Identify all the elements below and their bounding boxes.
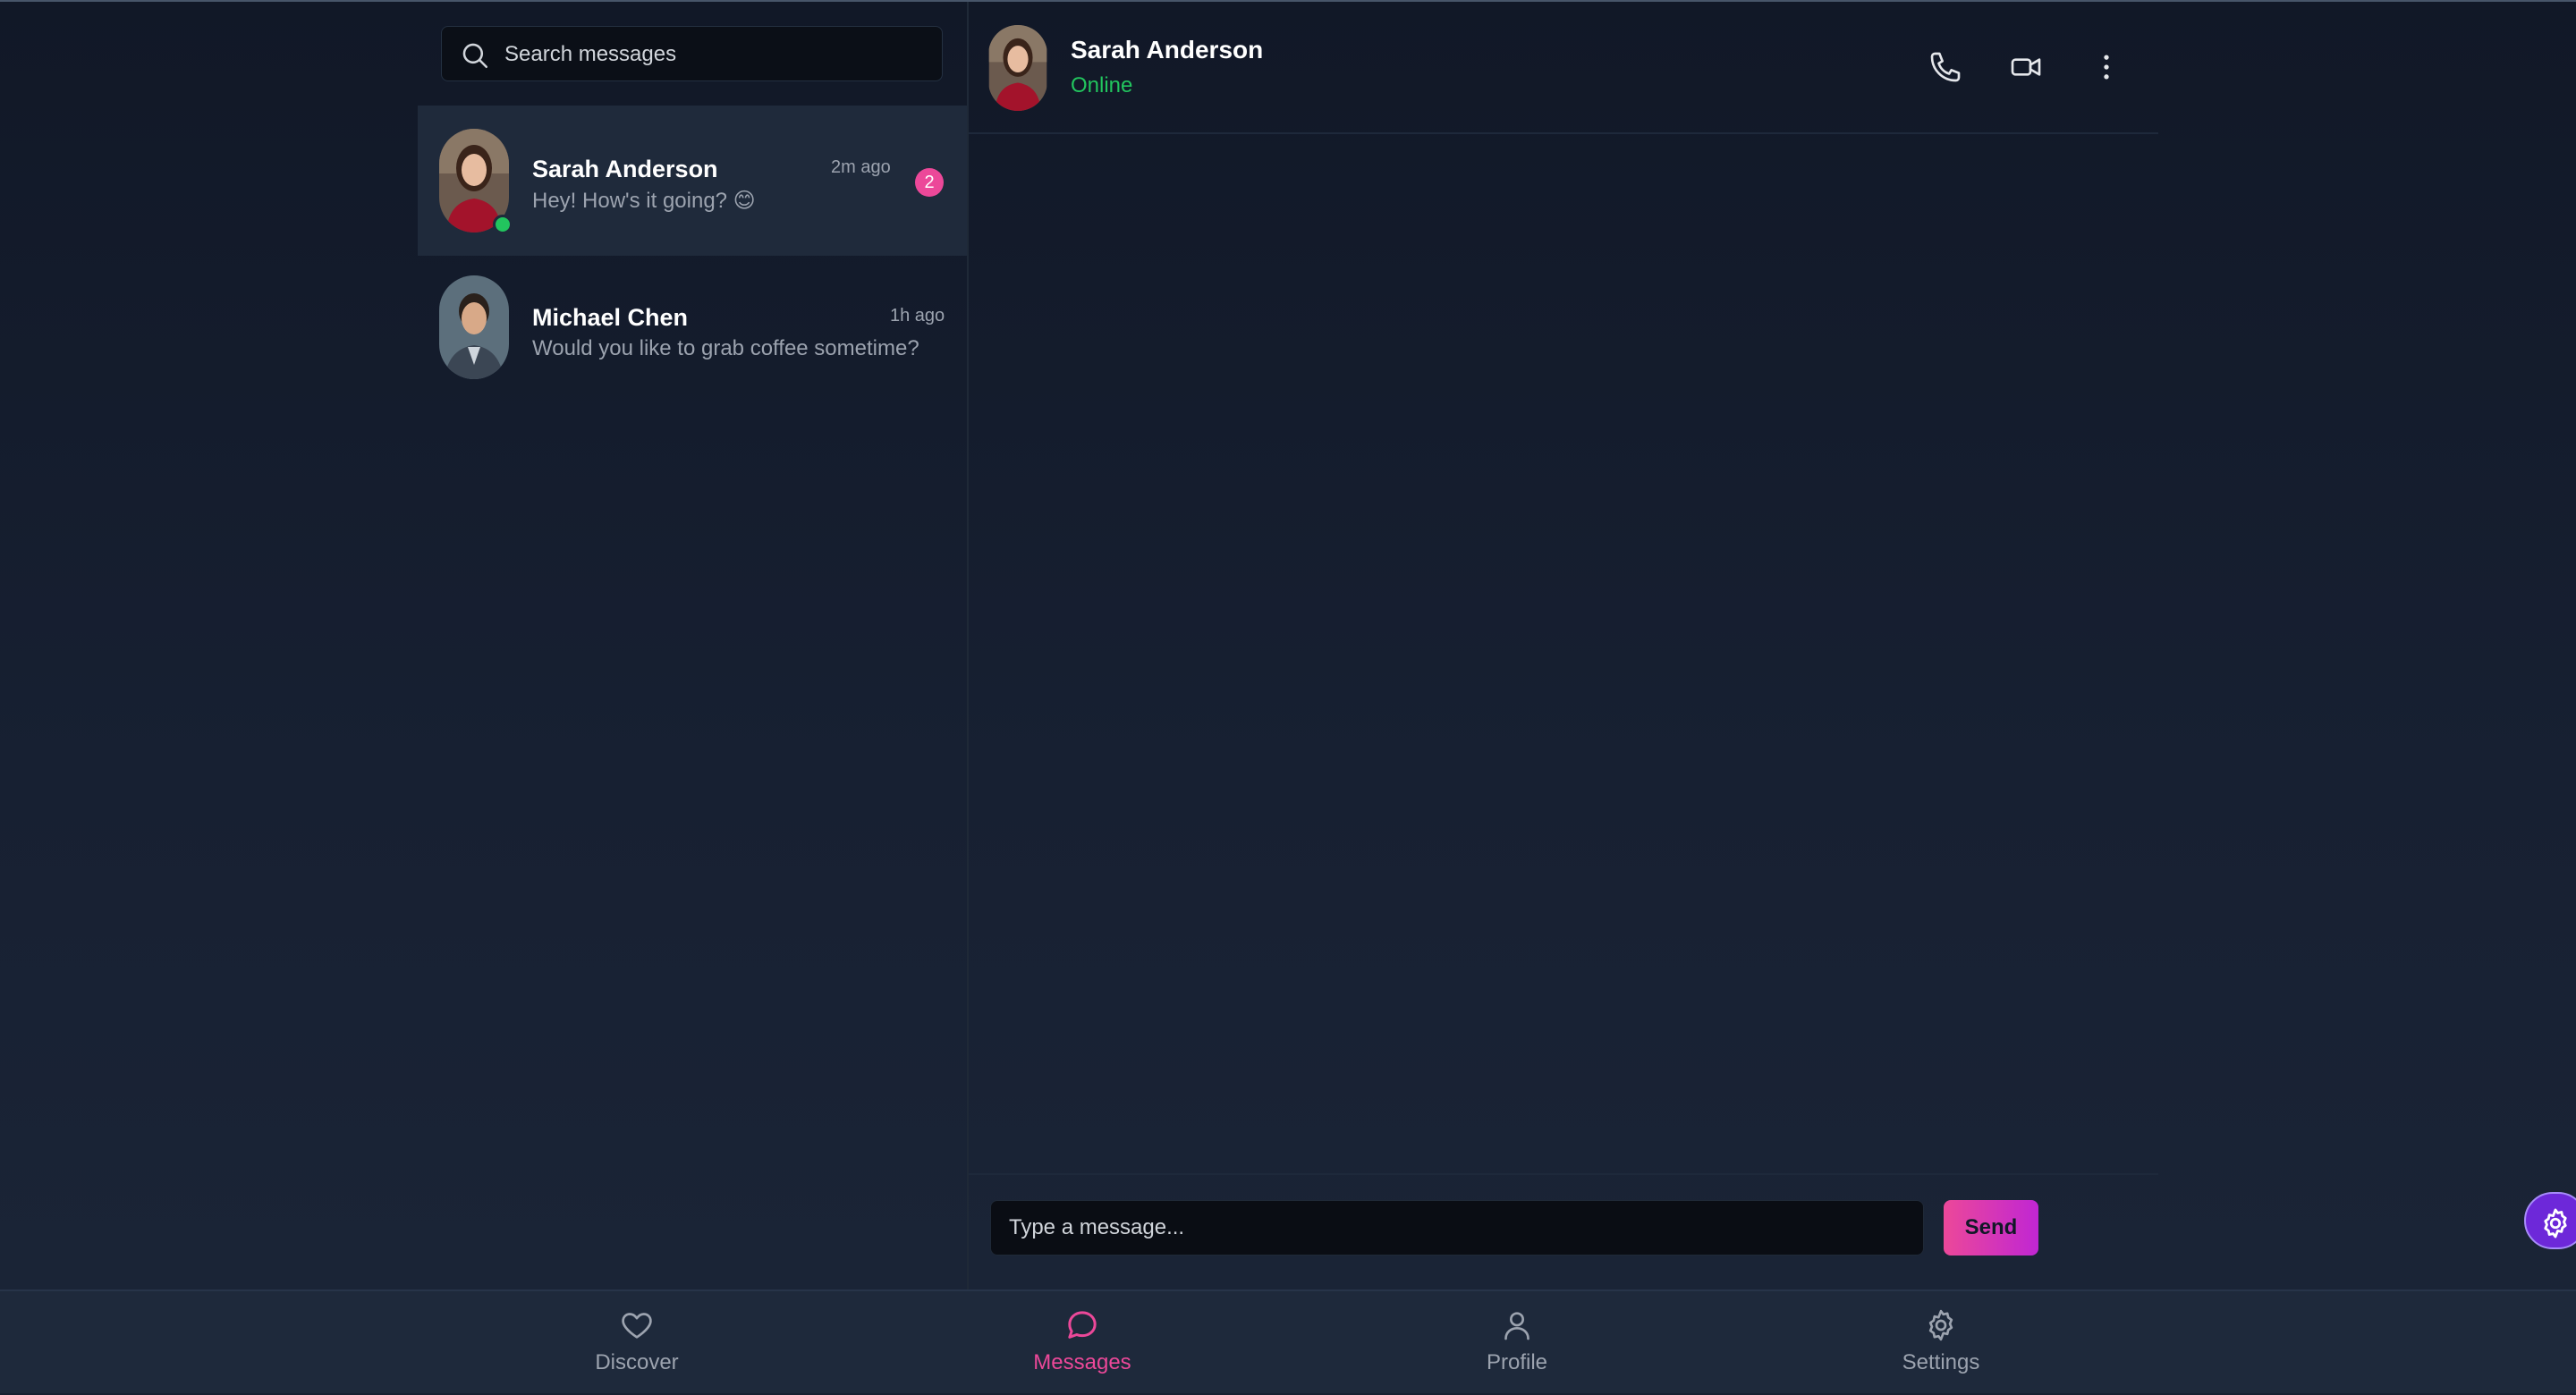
unread-badge: 2 <box>915 168 944 197</box>
user-icon <box>1504 1312 1530 1340</box>
gear-icon <box>2544 1208 2567 1239</box>
conversation-time: 1h ago <box>890 306 945 326</box>
nav-item-discover[interactable]: Discover <box>565 1291 708 1395</box>
search-input[interactable] <box>503 27 936 82</box>
nav-label: Settings <box>1902 1350 1980 1374</box>
more-vertical-icon <box>2104 55 2109 80</box>
call-button[interactable] <box>1928 49 1963 85</box>
conversation-time: 2m ago <box>831 157 891 177</box>
video-call-button[interactable] <box>2008 49 2044 85</box>
nav-label: Profile <box>1486 1350 1548 1374</box>
conversation-item-sarah-anderson[interactable]: Sarah Anderson 2m ago Hey! How's it goin… <box>418 106 967 256</box>
phone-icon <box>1930 52 1961 82</box>
online-indicator <box>493 215 513 234</box>
message-input[interactable] <box>990 1200 1924 1256</box>
more-options-button[interactable] <box>2089 49 2124 85</box>
app-background <box>0 2 2576 1289</box>
conversation-preview: Would you like to grab coffee sometime? <box>532 336 919 360</box>
nav-item-profile[interactable]: Profile <box>1445 1291 1589 1395</box>
search-icon <box>462 43 488 69</box>
send-button[interactable]: Send <box>1944 1200 2038 1256</box>
chat-avatar[interactable] <box>988 25 1047 111</box>
gear-icon <box>1928 1309 1953 1341</box>
nav-label: Messages <box>1033 1350 1131 1374</box>
conversation-name: Sarah Anderson <box>532 156 718 182</box>
heart-icon <box>622 1313 652 1339</box>
bottom-navigation: Discover Messages Profile Settings <box>0 1289 2576 1393</box>
search-box[interactable] <box>441 26 943 82</box>
panel-divider <box>967 2 969 1289</box>
avatar <box>439 275 509 379</box>
conversation-name: Michael Chen <box>532 304 689 331</box>
nav-item-settings[interactable]: Settings <box>1869 1291 2012 1395</box>
nav-label: Discover <box>595 1350 679 1374</box>
conversation-sidebar: Sarah Anderson 2m ago Hey! How's it goin… <box>418 2 967 1289</box>
chat-header: Sarah Anderson Online <box>969 2 2158 134</box>
avatar-wrap <box>439 129 513 234</box>
chat-bubble-icon <box>1068 1311 1097 1339</box>
chat-contact-name: Sarah Anderson <box>1071 36 1264 63</box>
avatar-wrap <box>439 275 509 379</box>
conversation-preview: Hey! How's it going? 😊 <box>532 189 756 213</box>
floating-settings-button[interactable] <box>2524 1192 2576 1249</box>
conversation-item-michael-chen[interactable]: Michael Chen 1h ago Would you like to gr… <box>418 256 967 406</box>
message-composer: Send <box>969 1173 2158 1289</box>
video-camera-icon <box>2011 58 2041 76</box>
nav-item-messages[interactable]: Messages <box>1011 1291 1154 1395</box>
chat-contact-status: Online <box>1071 73 1133 97</box>
